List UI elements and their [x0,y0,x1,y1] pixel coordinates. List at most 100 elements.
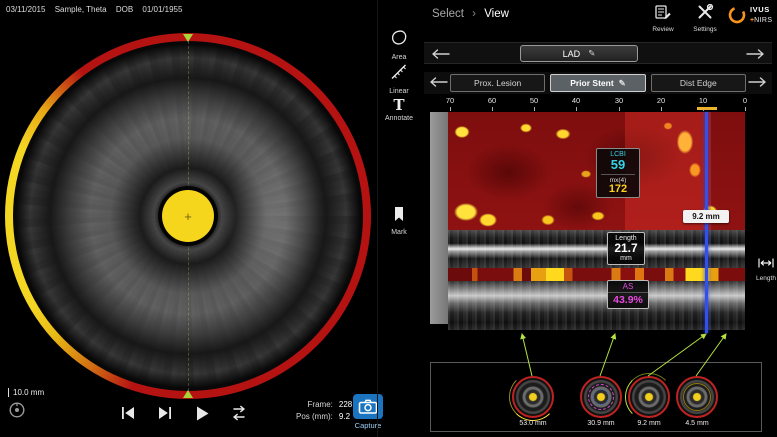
length-measurement-panel: Length 21.7 mm [607,232,645,265]
measurement-ring [588,384,614,410]
scale-tick [8,388,9,397]
tool-annotate-button[interactable]: T Annotate [377,96,421,122]
review-button[interactable]: Review [646,4,680,33]
length-arrows-icon [757,257,775,269]
segment-button-prox-lesion[interactable]: Prox. Lesion [450,74,545,92]
logo-line1: IVUS [750,6,772,14]
review-icon [654,4,672,20]
arrow-right-icon [744,48,768,60]
thumbnail-30-9[interactable] [580,376,622,418]
tool-area-label: Area [377,54,421,61]
ruler-tick-label: 0 [735,96,755,105]
thumbnail-label: 30.9 mm [576,420,626,427]
playback-controls [116,402,251,424]
measurement-ring [683,383,711,411]
breadcrumb-select[interactable]: Select [432,8,464,20]
makoto-console-screen: 03/11/2015 Sample, Theta DOB 01/01/1955 … [0,0,777,437]
longitudinal-view-lower[interactable] [448,281,745,330]
dial-icon [8,401,26,419]
segment-button-prior-stent[interactable]: Prior Stent ✎ [550,74,645,92]
area-stenosis-panel: AS 43.9% [607,280,649,309]
ruler-tick [492,107,493,111]
ivus-cross-section[interactable]: + [5,33,371,399]
measurement-ring [593,389,609,405]
ruler-tick-label: 30 [609,96,629,105]
area-icon [389,28,409,48]
arrow-left-icon [426,76,450,88]
ruler-tick [661,107,662,111]
catheter-marker: + [162,190,214,242]
pos-label: Pos (mm): [296,412,333,421]
segment-label: Prox. Lesion [474,78,521,88]
thumbnail-4-5[interactable] [676,376,718,418]
patient-name: Sample, Theta [55,5,107,14]
vessel-prev-button[interactable] [428,47,452,61]
linear-ruler-icon [389,62,409,82]
tool-mark-label: Mark [377,229,421,236]
longitudinal-view-upper[interactable] [448,230,745,268]
thumbnail-9-2[interactable] [628,376,670,418]
vessel-select-button[interactable]: LAD ✎ [520,45,638,62]
crosshair-icon: + [184,210,192,223]
logo-text: IVUS +NIRS [750,6,772,24]
image-orientation-dial-icon[interactable] [8,401,26,419]
edit-pencil-icon: ✎ [588,48,595,59]
measurement-ring [509,373,557,421]
cursor-position-label: 9.2 mm [683,210,729,223]
measurement-ring [625,373,673,421]
lcbi-panel: LCBI 59 mx(4) 172 [596,148,640,198]
segment-buttons: Prox. Lesion Prior Stent ✎ Dist Edge [450,73,746,93]
patient-info: 03/11/2015 Sample, Theta DOB 01/01/1955 [6,5,189,14]
settings-button[interactable]: Settings [688,4,722,33]
scale-label: 10.0 mm [13,388,44,397]
ivus-image: + [13,41,363,391]
segment-prev-button[interactable] [426,75,450,89]
tool-annotate-label: Annotate [377,115,421,122]
play-button[interactable] [190,402,214,424]
ruler-tick [576,107,577,111]
settings-tools-icon [696,4,714,20]
ruler-tick-label: 70 [440,96,460,105]
as-label: AS [608,281,648,293]
ruler-tick-label: 40 [566,96,586,105]
scale-indicator: 10.0 mm [8,388,44,397]
ruler-tick [534,107,535,111]
loop-icon [229,405,249,421]
loop-button[interactable] [227,402,251,424]
breadcrumb-separator: › [472,8,476,20]
vessel-name: LAD [563,49,581,59]
ruler-tick [745,107,746,111]
thumbnail-label: 9.2 mm [624,420,674,427]
settings-label: Settings [688,26,722,33]
next-frame-button[interactable] [153,402,177,424]
edit-pencil-icon: ✎ [619,78,626,89]
ruler-tick-label: 20 [651,96,671,105]
bookmark-thumbnails-panel: 53.0 mm 30.9 mm 9.2 mm 4.5 mm [430,362,762,432]
thumbnail-53-0[interactable] [512,376,554,418]
top-orientation-marker-icon [183,34,193,42]
tool-mark-button[interactable]: Mark [377,205,421,236]
ivus-nirs-logo: IVUS +NIRS [727,5,772,25]
ruler-tick-label: 50 [524,96,544,105]
no-data-region [430,112,448,324]
camera-icon [358,398,378,415]
logo-ring-icon [727,5,747,25]
segment-selector-row: Prox. Lesion Prior Stent ✎ Dist Edge [424,72,772,94]
dob-label: DOB [116,5,133,14]
vessel-selector-row: LAD ✎ [424,42,772,64]
vessel-next-button[interactable] [744,47,768,61]
segment-button-dist-edge[interactable]: Dist Edge [651,74,746,92]
mark-bookmark-icon [391,205,407,223]
tool-area-button[interactable]: Area [377,28,421,61]
annotate-icon: T [377,96,421,114]
length-unit: mm [608,255,644,262]
tool-linear-button[interactable]: Linear [377,62,421,95]
segment-next-button[interactable] [746,75,770,89]
prev-frame-icon [118,404,138,422]
prev-frame-button[interactable] [116,402,140,424]
frame-label: Frame: [296,400,333,409]
length-value: 21.7 [608,242,644,255]
ruler-position-marker [697,107,717,110]
length-tool-button[interactable]: Length [756,256,776,282]
block-chemogram-strip [448,268,745,281]
